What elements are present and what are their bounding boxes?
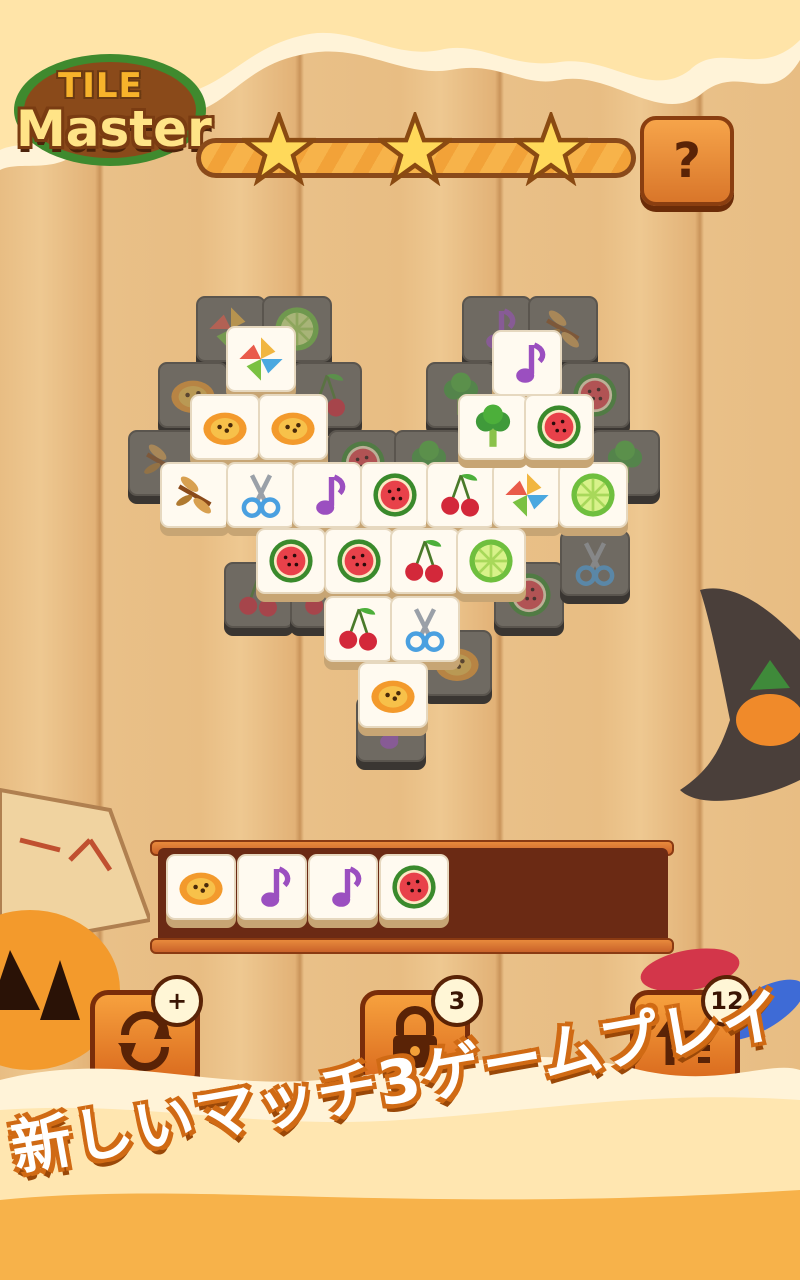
papaya-icon xyxy=(203,412,247,445)
pinwheel-icon xyxy=(505,473,549,517)
board-tile-pinwheel[interactable] xyxy=(226,326,298,400)
music-note-icon xyxy=(332,866,362,907)
cherries-icon xyxy=(339,608,377,651)
tile-face xyxy=(256,528,326,594)
help-button[interactable]: ? xyxy=(640,116,734,206)
tile-face xyxy=(358,662,428,728)
watermelon-icon xyxy=(373,473,417,517)
board-tile-pinwheel[interactable] xyxy=(492,462,564,536)
watermelon-icon xyxy=(269,539,313,583)
tile-face xyxy=(292,462,362,528)
tray-tile-papaya xyxy=(166,854,238,928)
board-tile-lime[interactable] xyxy=(456,528,528,602)
dragonfly-icon xyxy=(176,476,212,514)
board-tile-lime[interactable] xyxy=(558,462,630,536)
tile-face xyxy=(560,530,630,596)
watermelon-icon xyxy=(392,865,436,909)
tile-face xyxy=(390,596,460,662)
tile-face xyxy=(324,528,394,594)
board-tile-watermelon[interactable] xyxy=(524,394,596,468)
tile-face xyxy=(324,596,394,662)
tile-face xyxy=(524,394,594,460)
tile-face xyxy=(426,462,496,528)
cherries-icon xyxy=(405,540,443,583)
tile-face xyxy=(456,528,526,594)
scissors-icon xyxy=(241,474,281,518)
tray-tile-music-note xyxy=(308,854,380,928)
scissors-icon xyxy=(575,542,615,586)
game-logo: TILE Master xyxy=(10,30,212,170)
board-tile-scissors[interactable] xyxy=(390,596,462,670)
lime-icon xyxy=(571,473,615,517)
board-tile-cherries[interactable] xyxy=(390,528,462,602)
tile-face xyxy=(492,330,562,396)
papaya-icon xyxy=(179,872,223,905)
board-tile-watermelon[interactable] xyxy=(360,462,432,536)
tile-face xyxy=(390,528,460,594)
help-label: ? xyxy=(673,133,701,189)
music-note-icon xyxy=(261,866,291,907)
tile-face xyxy=(166,854,236,920)
board-tile-cherries[interactable] xyxy=(426,462,498,536)
board-tile-music-note[interactable] xyxy=(492,330,564,404)
tile-face xyxy=(558,462,628,528)
tile-tray xyxy=(150,840,674,956)
watermelon-icon xyxy=(337,539,381,583)
pinwheel-icon xyxy=(239,337,283,381)
scissors-icon xyxy=(405,608,445,652)
tile-face xyxy=(237,854,307,920)
tile-face xyxy=(226,462,296,528)
tile-face xyxy=(226,326,296,392)
tile-face xyxy=(379,854,449,920)
tray-tile-watermelon xyxy=(379,854,451,928)
tile-face xyxy=(458,394,528,460)
board-tile-watermelon[interactable] xyxy=(256,528,328,602)
star-icon xyxy=(514,112,588,186)
witch-hat-decoration xyxy=(680,588,800,801)
watermelon-icon xyxy=(537,405,581,449)
board-tile-broccoli[interactable] xyxy=(458,394,530,468)
cherries-icon xyxy=(441,474,479,517)
star-icon xyxy=(242,112,316,186)
board-tile-papaya[interactable] xyxy=(358,662,430,736)
logo-word-master: Master xyxy=(16,100,212,158)
papaya-icon xyxy=(371,680,415,713)
tile-face xyxy=(360,462,430,528)
board-tile-cherries[interactable] xyxy=(324,596,396,670)
music-note-icon xyxy=(516,342,546,383)
star-icon xyxy=(378,112,452,186)
tile-face xyxy=(190,394,260,460)
music-note-icon xyxy=(316,474,346,515)
broccoli-icon xyxy=(475,404,511,447)
board-tile-papaya[interactable] xyxy=(190,394,262,468)
tray-tile-music-note xyxy=(237,854,309,928)
board-tile-scissors[interactable] xyxy=(226,462,298,536)
tile-face xyxy=(492,462,562,528)
papaya-icon xyxy=(271,412,315,445)
tray-rail-bottom xyxy=(150,938,674,954)
tile-face xyxy=(160,462,230,528)
shuffle-badge: + xyxy=(151,975,203,1027)
board-tile-music-note[interactable] xyxy=(292,462,364,536)
tile-face xyxy=(258,394,328,460)
blocked-tile xyxy=(560,530,632,604)
board-tile-papaya[interactable] xyxy=(258,394,330,468)
board-tile-dragonfly[interactable] xyxy=(160,462,232,536)
board-tile-watermelon[interactable] xyxy=(324,528,396,602)
tile-face xyxy=(308,854,378,920)
lime-icon xyxy=(469,539,513,583)
